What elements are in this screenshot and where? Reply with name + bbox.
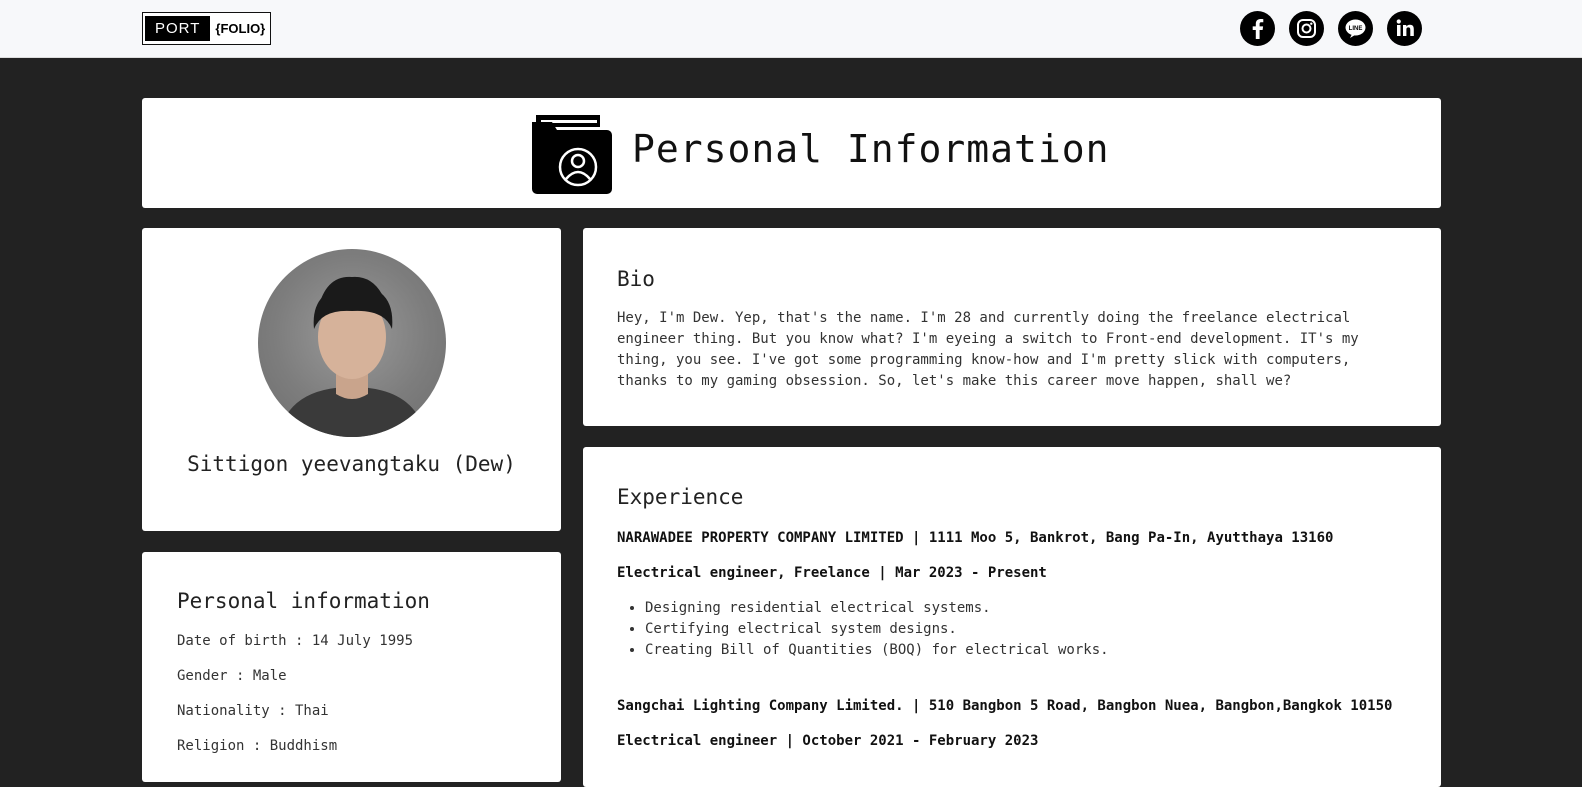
portfolio-logo[interactable]: PORT {FOLIO} [142, 12, 272, 45]
dob-text: Date of birth : 14 July 1995 [177, 633, 414, 649]
instagram-icon[interactable] [1289, 11, 1324, 46]
profile-name: Sittigon yeevangtaku (Dew) [187, 452, 516, 476]
bio-text: Hey, I'm Dew. Yep, that's the name. I'm … [617, 310, 1359, 389]
list-item: Certifying electrical system designs. [645, 619, 1109, 640]
gender-text: Gender : Male [177, 668, 287, 684]
job-role: Electrical engineer, Freelance | Mar 202… [617, 565, 1047, 581]
personal-info-heading: Personal information [177, 589, 430, 613]
facebook-icon[interactable] [1240, 11, 1275, 46]
logo-folio-text: {FOLIO} [215, 21, 266, 36]
job-company: Sangchai Lighting Company Limited. | 510… [617, 698, 1393, 714]
list-item: Creating Bill of Quantities (BOQ) for el… [645, 640, 1109, 661]
job-role: Electrical engineer | October 2021 - Feb… [617, 733, 1039, 749]
experience-heading: Experience [617, 485, 744, 509]
line-icon[interactable]: LINE [1338, 11, 1373, 46]
list-item: Designing residential electrical systems… [645, 598, 1109, 619]
bio-heading: Bio [617, 267, 655, 291]
nationality-text: Nationality : Thai [177, 703, 329, 719]
religion-text: Religion : Buddhism [177, 738, 338, 754]
logo-port-text: PORT [145, 16, 211, 41]
linkedin-icon[interactable] [1387, 11, 1422, 46]
job-company: NARAWADEE PROPERTY COMPANY LIMITED | 111… [617, 530, 1334, 546]
avatar [258, 249, 446, 437]
page-title: Personal Information [632, 127, 1110, 171]
job-duties-list: Designing residential electrical systems… [617, 598, 1109, 661]
top-navbar: PORT {FOLIO} LINE [0, 0, 1582, 58]
profile-folder-icon [532, 112, 612, 198]
svg-text:LINE: LINE [1349, 26, 1363, 32]
